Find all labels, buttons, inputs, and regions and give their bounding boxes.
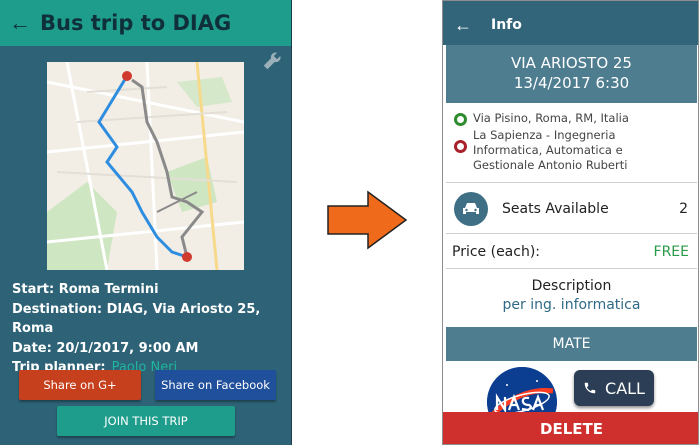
trip-details: Start: Roma Termini Destination: DIAG, V… [12, 280, 291, 378]
trip-start: Start: Roma Termini [12, 282, 159, 297]
phone-icon [584, 382, 596, 394]
origin-row: Via Pisino, Roma, RM, Italia [454, 111, 683, 126]
price-label: Price (each): [452, 243, 541, 260]
route-section: Via Pisino, Roma, RM, Italia La Sapienza… [446, 103, 697, 183]
right-arrow-icon [327, 190, 408, 250]
share-facebook-button[interactable]: Share on Facebook [155, 370, 276, 400]
description-section: Description per ing. informatica [446, 270, 697, 326]
origin-text: Via Pisino, Roma, RM, Italia [473, 111, 629, 125]
left-app-bar: ← Bus trip to DIAG [0, 0, 291, 46]
right-app-bar: ← Info [443, 5, 698, 45]
destination-marker-icon [454, 140, 467, 153]
back-arrow-icon[interactable]: ← [0, 10, 40, 36]
map-image [47, 62, 244, 270]
share-gplus-button[interactable]: Share on G+ [19, 370, 141, 400]
info-title: Info [491, 17, 522, 33]
delete-button[interactable]: DELETE [443, 412, 698, 444]
seats-count: 2 [679, 200, 688, 217]
call-label: CALL [605, 378, 645, 398]
destination-text: La Sapienza - Ingegneria Informatica, Au… [473, 128, 628, 172]
trip-map[interactable] [47, 62, 244, 270]
left-phone-screen: ← Bus trip to DIAG Start: Roma Termini D [0, 0, 292, 445]
car-icon [454, 191, 488, 226]
trip-destination: Destination: DIAG, Via Ariosto 25, Roma [12, 301, 261, 337]
trip-address: VIA ARIOSTO 25 [511, 54, 632, 72]
trip-header: VIA ARIOSTO 25 13/4/2017 6:30 [446, 45, 697, 103]
join-trip-button[interactable]: JOIN THIS TRIP [57, 406, 235, 436]
price-value: FREE [653, 243, 689, 260]
price-row: Price (each): FREE [446, 235, 697, 269]
right-phone-screen: ← Info VIA ARIOSTO 25 13/4/2017 6:30 Via… [442, 0, 699, 445]
trip-datetime: 13/4/2017 6:30 [513, 74, 630, 92]
wrench-icon[interactable] [261, 50, 283, 72]
description-label: Description [531, 278, 612, 294]
trip-date: Date: 20/1/2017, 9:00 AM [12, 340, 199, 356]
seats-row: Seats Available 2 [446, 184, 697, 234]
destination-row: La Sapienza - Ingegneria Informatica, Au… [454, 128, 683, 173]
call-button[interactable]: CALL [574, 370, 654, 406]
description-value: per ing. informatica [502, 297, 641, 313]
seats-label: Seats Available [502, 200, 609, 217]
trip-title: Bus trip to DIAG [40, 11, 232, 35]
back-arrow-icon[interactable]: ← [443, 15, 483, 36]
origin-marker-icon [454, 113, 467, 126]
mate-header: MATE [446, 327, 697, 361]
